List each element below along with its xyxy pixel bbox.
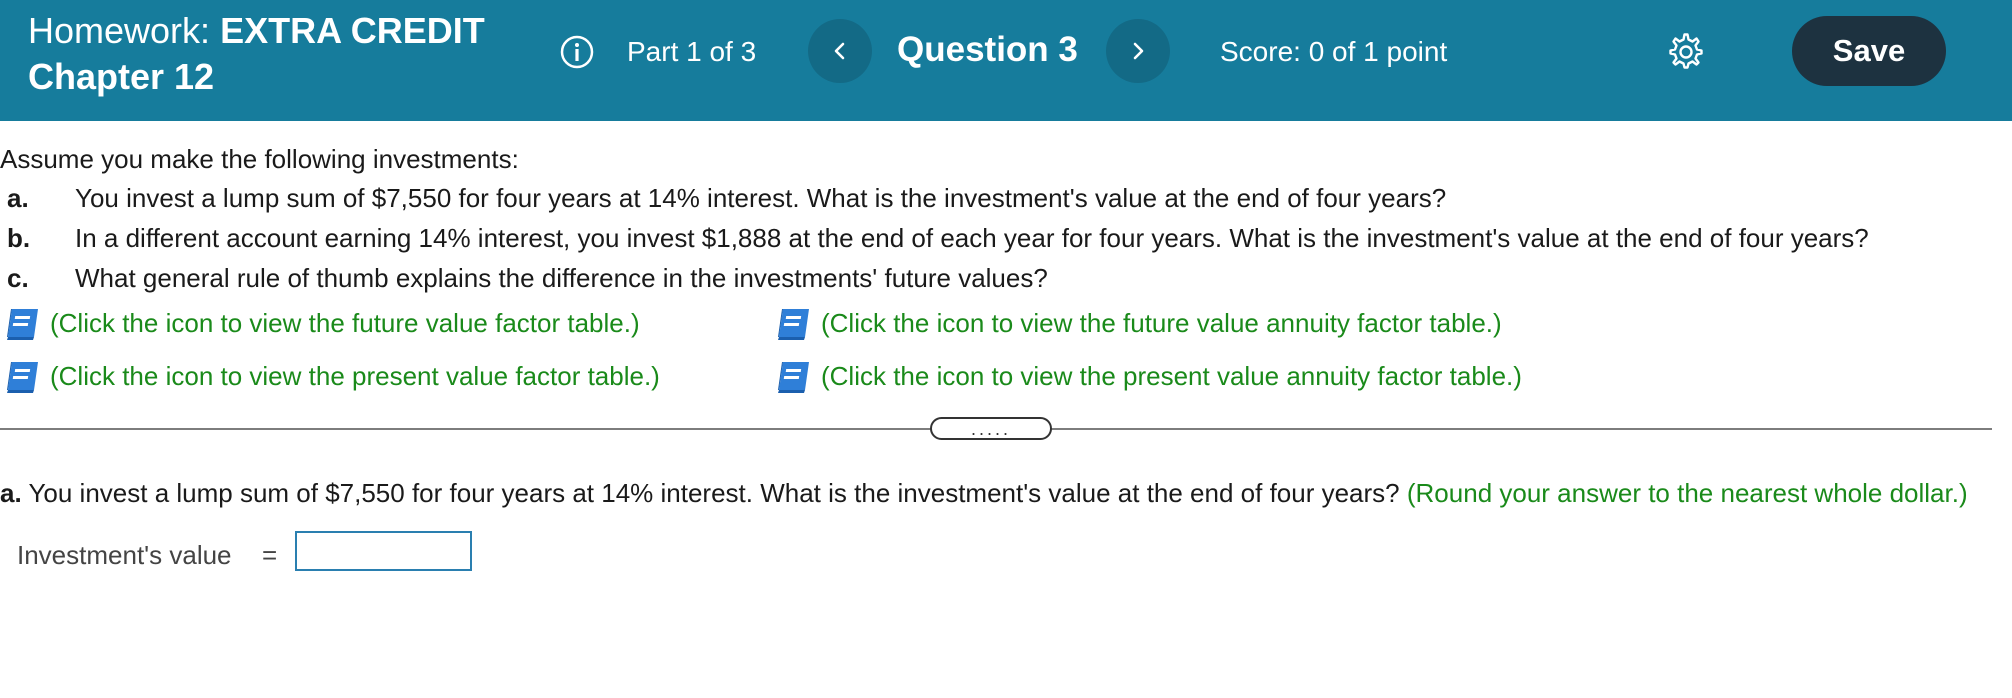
part-a-question: a. You invest a lump sum of $7,550 for f… xyxy=(0,476,1968,510)
table-link-text[interactable]: (Click the icon to view the future value… xyxy=(50,307,640,339)
question-title: Question 3 xyxy=(897,30,1078,69)
book-icon[interactable] xyxy=(775,356,815,396)
previous-question-button[interactable] xyxy=(808,19,872,83)
save-button[interactable]: Save xyxy=(1792,16,1946,86)
chevron-left-icon xyxy=(834,42,845,60)
present-value-factor-table-link[interactable]: (Click the icon to view the present valu… xyxy=(4,356,660,396)
present-value-annuity-factor-table-link[interactable]: (Click the icon to view the present valu… xyxy=(775,356,1522,396)
equals-sign: = xyxy=(262,540,278,570)
table-link-text[interactable]: (Click the icon to view the present valu… xyxy=(821,360,1522,392)
book-icon[interactable] xyxy=(775,303,815,343)
item-letter: b. xyxy=(7,223,31,253)
future-value-annuity-factor-table-link[interactable]: (Click the icon to view the future value… xyxy=(775,303,1502,343)
homework-title: Homework: EXTRA CREDIT xyxy=(28,8,485,54)
score-indicator: Score: 0 of 1 point xyxy=(1220,36,1448,67)
table-link-text[interactable]: (Click the icon to view the future value… xyxy=(821,307,1502,339)
gear-icon[interactable] xyxy=(1667,33,1705,71)
book-icon[interactable] xyxy=(4,303,44,343)
investment-value-input[interactable] xyxy=(295,531,472,571)
top-header: Homework: EXTRA CREDIT Chapter 12 Part 1… xyxy=(0,0,2012,121)
item-text: In a different account earning 14% inter… xyxy=(75,223,1869,253)
chapter-title: Chapter 12 xyxy=(28,56,215,97)
item-letter: a. xyxy=(7,183,29,213)
homework-prefix: Homework: xyxy=(28,10,211,51)
item-text: What general rule of thumb explains the … xyxy=(75,263,1048,293)
homework-name: EXTRA CREDIT xyxy=(220,10,485,51)
item-letter: c. xyxy=(7,263,29,293)
info-icon[interactable] xyxy=(560,35,594,69)
next-question-button[interactable] xyxy=(1106,19,1170,83)
part-a-text: You invest a lump sum of $7,550 for four… xyxy=(28,478,1400,508)
table-link-text[interactable]: (Click the icon to view the present valu… xyxy=(50,360,660,392)
question-intro: Assume you make the following investment… xyxy=(0,144,519,174)
future-value-factor-table-link[interactable]: (Click the icon to view the future value… xyxy=(4,303,640,343)
divider-resize-handle[interactable]: ..... xyxy=(930,417,1052,440)
part-a-prefix: a. xyxy=(0,478,22,508)
chevron-right-icon xyxy=(1133,42,1144,60)
part-a-hint: (Round your answer to the nearest whole … xyxy=(1406,478,1968,508)
book-icon[interactable] xyxy=(4,356,44,396)
item-text: You invest a lump sum of $7,550 for four… xyxy=(75,183,1447,213)
investment-value-label: Investment's value xyxy=(17,540,232,570)
part-indicator: Part 1 of 3 xyxy=(627,36,757,67)
